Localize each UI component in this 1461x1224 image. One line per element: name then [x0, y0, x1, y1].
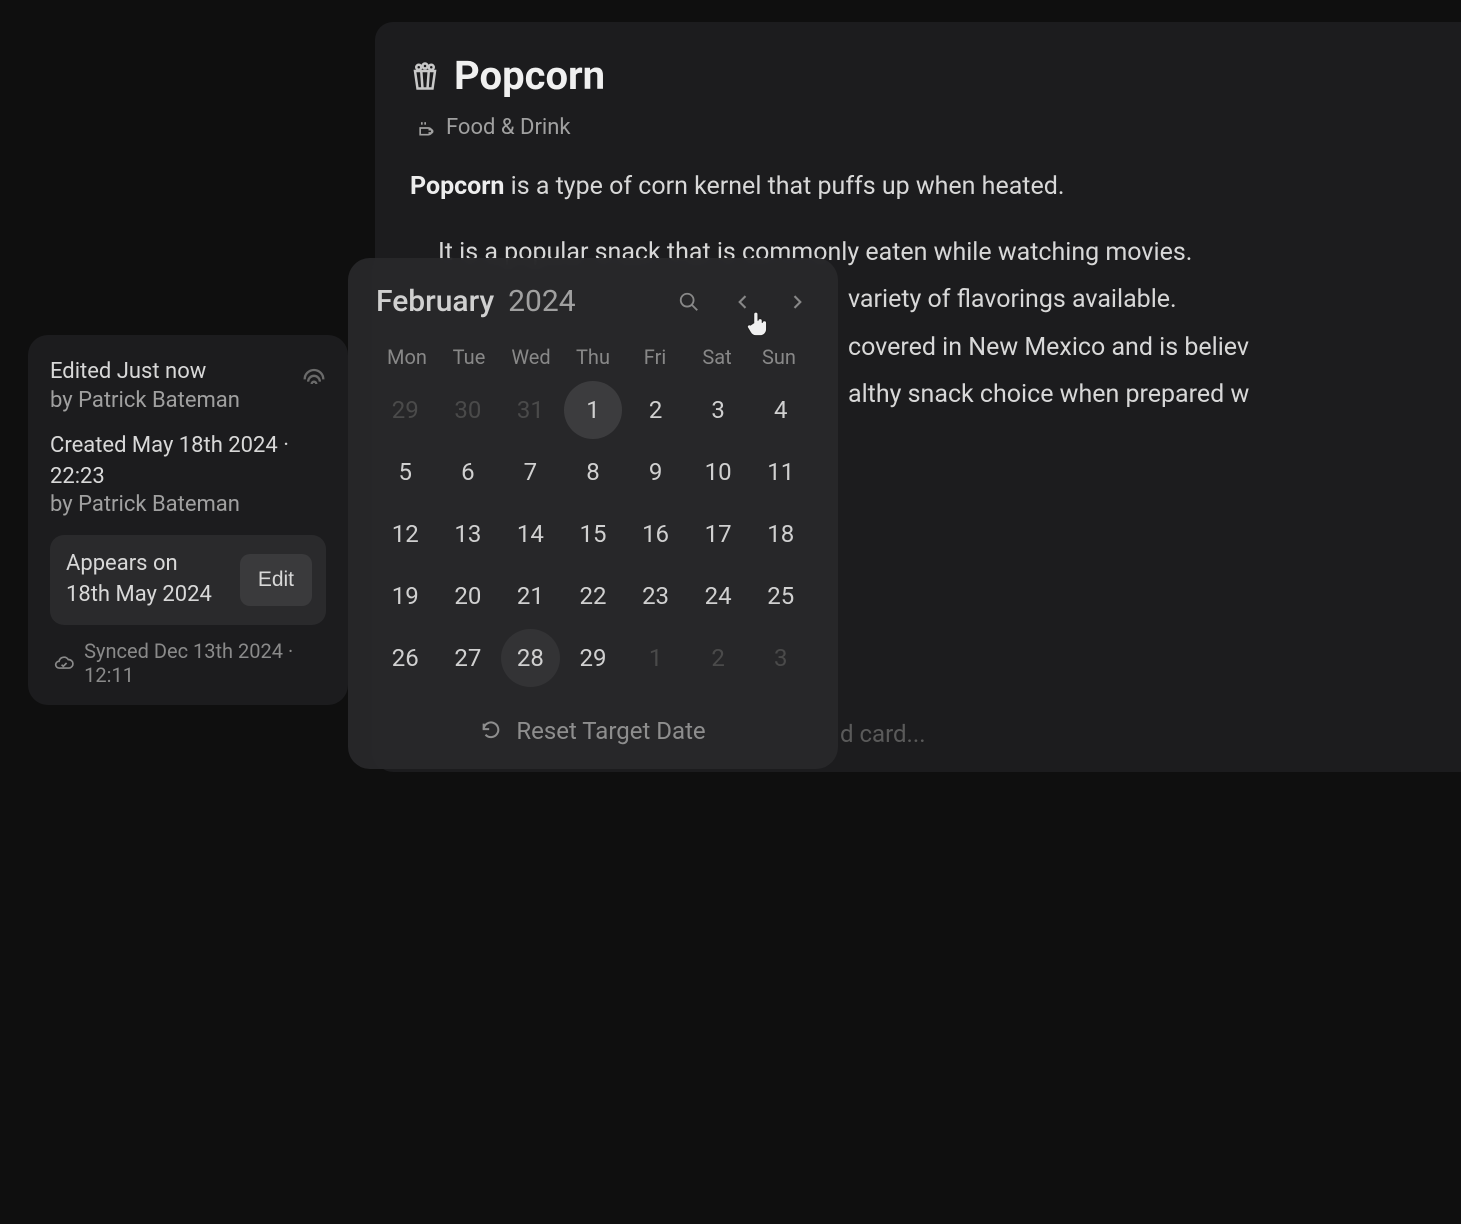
reset-target-date-button[interactable]: Reset Target Date: [376, 705, 810, 749]
day-cell[interactable]: 9: [626, 443, 685, 501]
date-picker: February 2024 Mon Tue Wed Thu Fri Sat Su…: [348, 258, 838, 769]
day-cell[interactable]: 21: [501, 567, 560, 625]
metadata-card: Edited Just now by Patrick Bateman Creat…: [28, 335, 348, 705]
created-by: by Patrick Bateman: [50, 492, 326, 517]
description: Popcorn is a type of corn kernel that pu…: [410, 168, 1426, 207]
day-cell[interactable]: 19: [376, 567, 435, 625]
category-label: Food & Drink: [446, 115, 571, 140]
edit-button[interactable]: Edit: [240, 554, 312, 606]
day-cell[interactable]: 20: [439, 567, 498, 625]
created-line: Created May 18th 2024 · 22:23: [50, 431, 326, 493]
description-bold: Popcorn: [410, 172, 504, 201]
dow-label: Wed: [500, 339, 562, 375]
reset-icon: [480, 720, 502, 742]
day-cell[interactable]: 1: [626, 629, 685, 687]
day-cell[interactable]: 11: [751, 443, 810, 501]
synced-row: Synced Dec 13th 2024 · 12:11: [50, 639, 326, 687]
day-cell[interactable]: 13: [439, 505, 498, 563]
days-grid: 2930311234567891011121314151617181920212…: [376, 381, 810, 687]
day-cell[interactable]: 23: [626, 567, 685, 625]
category-row[interactable]: Food & Drink: [410, 115, 1426, 140]
next-month-button[interactable]: [784, 289, 810, 315]
day-cell[interactable]: 22: [564, 567, 623, 625]
day-cell[interactable]: 26: [376, 629, 435, 687]
appears-date: 18th May 2024: [66, 580, 212, 611]
day-cell[interactable]: 31: [501, 381, 560, 439]
prev-month-button[interactable]: [730, 289, 756, 315]
appears-text: Appears on 18th May 2024: [66, 549, 212, 611]
day-cell[interactable]: 12: [376, 505, 435, 563]
page-title: Popcorn: [454, 52, 605, 99]
picker-header: February 2024: [376, 284, 810, 319]
dow-label: Mon: [376, 339, 438, 375]
day-of-week-row: Mon Tue Wed Thu Fri Sat Sun: [376, 339, 810, 375]
appears-on-card: Appears on 18th May 2024 Edit: [50, 535, 326, 625]
title-row: Popcorn: [410, 52, 1426, 99]
dow-label: Fri: [624, 339, 686, 375]
dow-label: Thu: [562, 339, 624, 375]
search-icon: [678, 291, 700, 313]
day-cell[interactable]: 16: [626, 505, 685, 563]
dow-label: Tue: [438, 339, 500, 375]
day-cell[interactable]: 18: [751, 505, 810, 563]
day-cell[interactable]: 30: [439, 381, 498, 439]
day-cell[interactable]: 1: [564, 381, 623, 439]
day-cell[interactable]: 25: [751, 567, 810, 625]
chevron-left-icon: [733, 292, 753, 312]
edited-line: Edited Just now: [50, 357, 326, 388]
day-cell[interactable]: 3: [751, 629, 810, 687]
fingerprint-icon[interactable]: [300, 363, 328, 391]
day-cell[interactable]: 27: [439, 629, 498, 687]
picker-year[interactable]: 2024: [508, 284, 676, 319]
day-cell[interactable]: 15: [564, 505, 623, 563]
day-cell[interactable]: 7: [501, 443, 560, 501]
dow-label: Sun: [748, 339, 810, 375]
edited-row: Edited Just now by Patrick Bateman: [50, 357, 326, 413]
created-row: Created May 18th 2024 · 22:23 by Patrick…: [50, 431, 326, 518]
food-drink-icon: [416, 118, 436, 138]
chevron-right-icon: [787, 292, 807, 312]
cloud-check-icon: [54, 652, 74, 674]
day-cell[interactable]: 3: [689, 381, 748, 439]
synced-text: Synced Dec 13th 2024 · 12:11: [84, 639, 326, 687]
day-cell[interactable]: 5: [376, 443, 435, 501]
day-cell[interactable]: 4: [751, 381, 810, 439]
day-cell[interactable]: 28: [501, 629, 560, 687]
day-cell[interactable]: 6: [439, 443, 498, 501]
day-cell[interactable]: 8: [564, 443, 623, 501]
day-cell[interactable]: 10: [689, 443, 748, 501]
day-cell[interactable]: 29: [376, 381, 435, 439]
day-cell[interactable]: 29: [564, 629, 623, 687]
popcorn-icon: [410, 61, 440, 91]
reset-label: Reset Target Date: [516, 717, 705, 745]
day-cell[interactable]: 17: [689, 505, 748, 563]
dow-label: Sat: [686, 339, 748, 375]
day-cell[interactable]: 2: [689, 629, 748, 687]
description-rest: is a type of corn kernel that puffs up w…: [504, 172, 1064, 201]
add-card-hint[interactable]: d card...: [840, 720, 926, 748]
day-cell[interactable]: 24: [689, 567, 748, 625]
day-cell[interactable]: 14: [501, 505, 560, 563]
picker-actions: [676, 289, 810, 315]
edited-by: by Patrick Bateman: [50, 388, 326, 413]
picker-month[interactable]: February: [376, 284, 494, 319]
appears-label: Appears on: [66, 549, 212, 580]
search-button[interactable]: [676, 289, 702, 315]
day-cell[interactable]: 2: [626, 381, 685, 439]
